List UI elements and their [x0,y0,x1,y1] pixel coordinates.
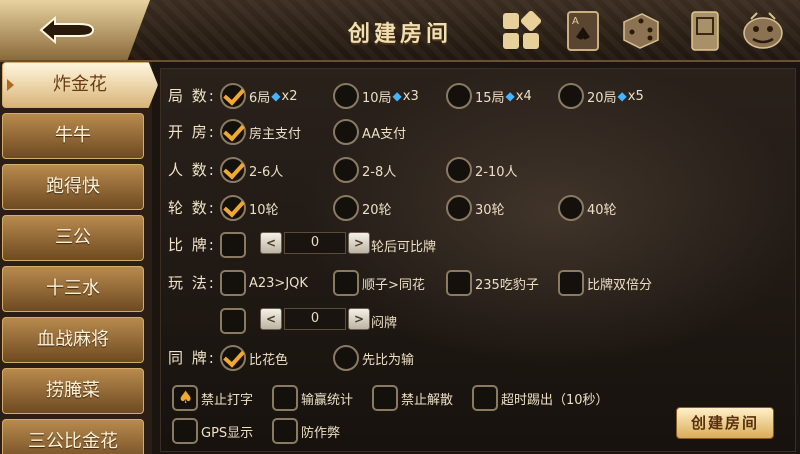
radio[interactable] [333,195,359,221]
radio-checked[interactable] [220,157,246,183]
sidebar-item-sangong[interactable]: 三公 [2,215,144,261]
play-option-a23[interactable]: A23>JQK [220,268,308,298]
radio[interactable] [446,195,472,221]
players-option-2-10[interactable]: 2-10人 [446,155,518,185]
checkbox[interactable] [372,385,398,411]
diamond-icon: ◆ [505,89,515,103]
blind-value: 0 [284,308,346,330]
create-room-button[interactable]: 创建房间 [676,407,774,439]
radio[interactable] [333,157,359,183]
play-option-double[interactable]: 比牌双倍分 [558,268,652,298]
players-option-2-8[interactable]: 2-8人 [333,155,396,185]
decrement-button[interactable]: < [260,308,282,330]
increment-button[interactable]: > [348,308,370,330]
play-option-straight[interactable]: 顺子>同花 [333,268,425,298]
diamond-icon: ◆ [271,89,281,103]
checkbox[interactable] [272,385,298,411]
checkbox[interactable] [472,385,498,411]
checkbox[interactable] [220,308,246,334]
spade-checked-icon[interactable] [172,385,198,411]
radio[interactable] [558,83,584,109]
radio-checked[interactable] [220,83,246,109]
sidebar-item-sangongbijinhua[interactable]: 三公比金花 [2,419,144,454]
players-option-2-6[interactable]: 2-6人 [220,155,283,185]
sidebar-item-shisanshui[interactable]: 十三水 [2,266,144,312]
compare-suffix: 轮后可比牌 [371,240,437,255]
extra-timeout-kick[interactable]: 超时踢出（10秒） [472,383,609,413]
payment-label: 开 房: [168,123,216,141]
extra-no-dissolve[interactable]: 禁止解散 [372,383,453,413]
lion-icon[interactable] [740,8,786,54]
back-button[interactable] [0,0,150,60]
radio[interactable] [446,157,472,183]
extra-anti-cheat[interactable]: 防作弊 [272,416,340,446]
checkbox[interactable] [172,418,198,444]
same-hand-label: 同 牌: [168,349,216,367]
diamond-icon: ◆ [617,89,627,103]
back-icon [39,15,95,45]
decrement-button[interactable]: < [260,232,282,254]
turns-label: 轮 数: [168,199,216,217]
sidebar-item-niuniu[interactable]: 牛牛 [2,113,144,159]
blind-stepper: < 0 > [260,308,370,330]
checkbox[interactable] [272,418,298,444]
extra-stats[interactable]: 输赢统计 [272,383,353,413]
compare-label: 比 牌: [168,236,216,254]
page-title: 创建房间 [347,21,452,47]
rounds-option-15[interactable]: 15局 ◆ x4 [446,81,532,111]
payment-option-owner[interactable]: 房主支付 [220,117,301,147]
turns-option-40[interactable]: 40轮 [558,193,617,223]
radio[interactable] [333,83,359,109]
play-option-235[interactable]: 235吃豹子 [446,268,539,298]
sidebar-item-zhajinhua[interactable]: 炸金花 [2,62,158,108]
rounds-option-6[interactable]: 6局 ◆ x2 [220,81,297,111]
radio[interactable] [446,83,472,109]
svg-text:A: A [572,16,579,27]
radio[interactable] [333,119,359,145]
radio-checked[interactable] [220,119,246,145]
same-hand-option-suit[interactable]: 比花色 [220,343,288,373]
rounds-label: 局 数: [168,87,216,105]
blind-checkbox[interactable] [220,306,246,336]
mahjong-icon[interactable] [682,8,728,54]
sidebar-item-xuezhan[interactable]: 血战麻将 [2,317,144,363]
grid-icon[interactable] [498,8,544,54]
checkbox[interactable] [446,270,472,296]
sidebar-item-laoyancai[interactable]: 捞腌菜 [2,368,144,414]
turns-option-10[interactable]: 10轮 [220,193,279,223]
compare-value: 0 [284,232,346,254]
compare-checkbox[interactable] [220,230,246,260]
play-label: 玩 法: [168,274,216,292]
increment-button[interactable]: > [348,232,370,254]
checkbox[interactable] [558,270,584,296]
checkbox[interactable] [220,270,246,296]
rounds-option-10[interactable]: 10局 ◆ x3 [333,81,419,111]
payment-option-aa[interactable]: AA支付 [333,117,406,147]
compare-stepper: < 0 > [260,232,370,254]
blind-suffix: 闷牌 [371,316,398,331]
turns-option-20[interactable]: 20轮 [333,193,392,223]
radio-checked[interactable] [220,345,246,371]
card-icon[interactable]: A [560,8,606,54]
dice-icon[interactable] [618,8,664,54]
checkbox[interactable] [333,270,359,296]
sidebar-item-paodekuai[interactable]: 跑得快 [2,164,144,210]
checkbox[interactable] [220,232,246,258]
radio[interactable] [333,345,359,371]
top-bar: 创建房间 A [0,0,800,62]
turns-option-30[interactable]: 30轮 [446,193,505,223]
diamond-icon: ◆ [392,89,402,103]
extra-no-chat[interactable]: 禁止打字 [172,383,253,413]
radio[interactable] [558,195,584,221]
radio-checked[interactable] [220,195,246,221]
rounds-option-20[interactable]: 20局 ◆ x5 [558,81,644,111]
same-hand-option-first-lose[interactable]: 先比为输 [333,343,414,373]
players-label: 人 数: [168,161,216,179]
extra-gps[interactable]: GPS显示 [172,416,253,446]
